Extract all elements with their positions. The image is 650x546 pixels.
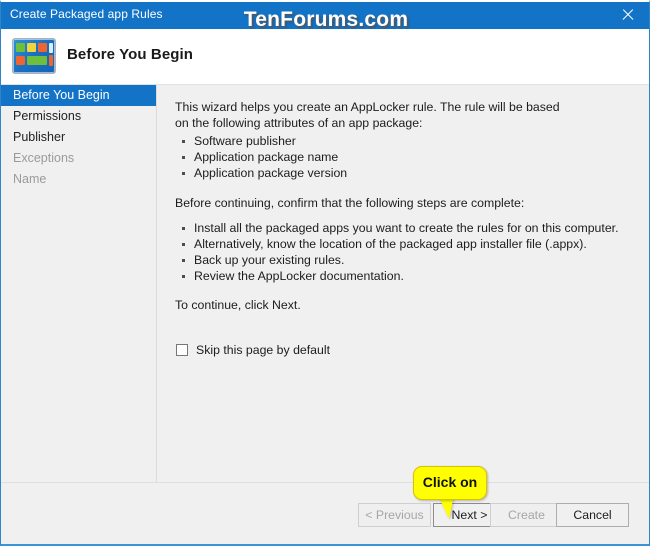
sidebar-item-publisher[interactable]: Publisher <box>1 127 156 148</box>
skip-page-checkbox-row[interactable]: Skip this page by default <box>176 343 330 357</box>
wizard-window: Create Packaged app Rules Before You Beg… <box>0 0 650 546</box>
wizard-step-nav: Before You Begin Permissions Publisher E… <box>1 85 157 483</box>
icon-block-white-1 <box>49 43 53 53</box>
skip-page-checkbox[interactable] <box>176 344 188 356</box>
sidebar-item-label: Exceptions <box>13 151 75 165</box>
body-area: Before You Begin Permissions Publisher E… <box>1 85 649 483</box>
callout-text: Click on <box>422 474 478 490</box>
icon-block-orange-1 <box>38 43 47 52</box>
list-item: Alternatively, know the location of the … <box>175 236 629 252</box>
sidebar-item-label: Publisher <box>13 130 66 144</box>
list-item: Software publisher <box>175 133 629 149</box>
sidebar-item-label: Permissions <box>13 109 82 123</box>
confirm-heading: Before continuing, confirm that the foll… <box>175 196 525 210</box>
attributes-list: Software publisher Application package n… <box>175 133 629 181</box>
close-icon <box>621 8 634 22</box>
window-title: Create Packaged app Rules <box>10 7 163 21</box>
sidebar-item-label: Before You Begin <box>13 88 110 102</box>
icon-block-green-2 <box>27 56 47 65</box>
icon-block-yellow <box>27 43 36 52</box>
cancel-button[interactable]: Cancel <box>556 503 629 527</box>
sidebar-item-label: Name <box>13 172 47 186</box>
sidebar-item-before-you-begin[interactable]: Before You Begin <box>1 85 156 106</box>
icon-block-orange-2 <box>16 56 25 65</box>
title-bar: Create Packaged app Rules <box>1 2 649 29</box>
list-item: Review the AppLocker documentation. <box>175 268 629 284</box>
create-button: Create <box>490 503 563 527</box>
page-title: Before You Begin <box>67 46 194 63</box>
intro-paragraph: This wizard helps you create an AppLocke… <box>175 100 560 130</box>
list-item: Application package name <box>175 149 629 165</box>
callout-bubble: Click on <box>413 466 487 500</box>
steps-list: Install all the packaged apps you want t… <box>175 220 629 284</box>
list-item: Install all the packaged apps you want t… <box>175 220 629 236</box>
continue-text: To continue, click Next. <box>175 297 301 312</box>
sidebar-item-exceptions: Exceptions <box>1 148 156 169</box>
list-item: Back up your existing rules. <box>175 252 629 268</box>
previous-button: < Previous <box>358 503 431 527</box>
content-pane: This wizard helps you create an AppLocke… <box>157 85 649 483</box>
icon-block-green-1 <box>16 43 25 52</box>
sidebar-item-permissions[interactable]: Permissions <box>1 106 156 127</box>
icon-block-orange-3 <box>49 55 53 66</box>
page-header: Before You Begin <box>1 29 649 85</box>
close-button[interactable] <box>605 2 649 29</box>
list-item: Application package version <box>175 165 629 181</box>
button-bar: < Previous Next > Create Cancel <box>1 482 649 544</box>
sidebar-item-name: Name <box>1 169 156 190</box>
packaged-app-icon <box>12 38 56 74</box>
skip-page-label: Skip this page by default <box>196 343 330 357</box>
